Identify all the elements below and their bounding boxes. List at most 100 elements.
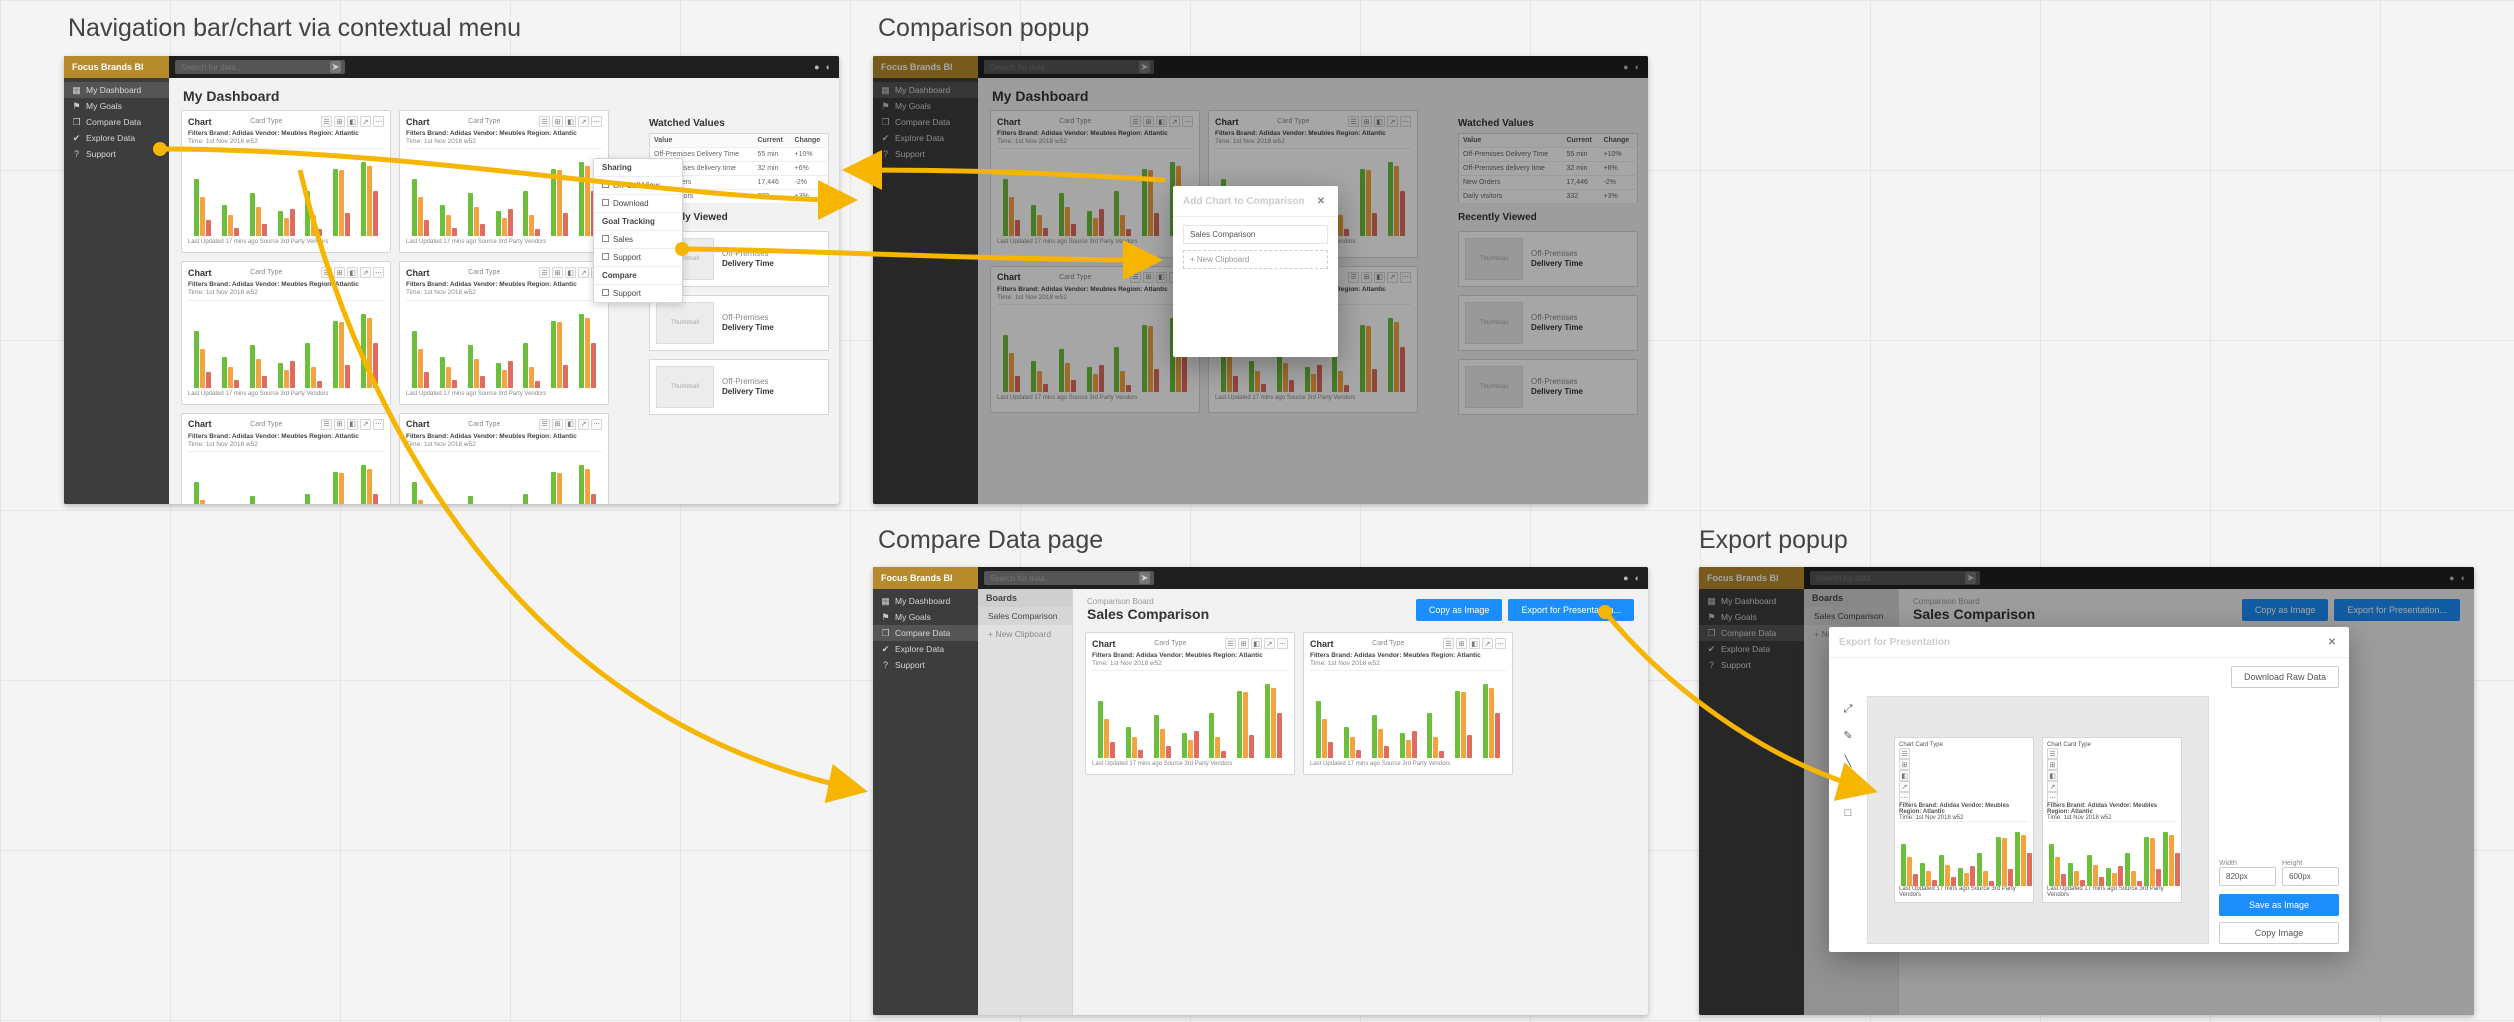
- user-avatar[interactable]: ◐: [1635, 573, 1640, 583]
- sidebar-item-compare[interactable]: ❐Compare Data: [64, 114, 169, 130]
- card-tool-icon[interactable]: ◧: [565, 419, 576, 430]
- card-tool-icon[interactable]: ↗: [1899, 781, 1910, 792]
- recent-card[interactable]: Thumbnail Off-PremisesDelivery Time: [649, 359, 829, 415]
- user-avatar[interactable]: ◐: [826, 62, 831, 72]
- card-tool-icon[interactable]: ☰: [539, 267, 550, 278]
- chart-card[interactable]: Chart Card Type ☰⊞◧↗⋯ Filters Brand: Adi…: [399, 413, 609, 505]
- chart-card[interactable]: Chart Card Type ☰⊞◧↗⋯ Filters Brand: Adi…: [1085, 632, 1295, 775]
- card-tool-icon[interactable]: ◧: [1899, 770, 1910, 781]
- card-tool-icon[interactable]: ⊞: [1899, 759, 1910, 770]
- ctx-item[interactable]: Download: [594, 195, 682, 213]
- width-input[interactable]: 820px: [2219, 867, 2276, 886]
- modal-item[interactable]: Sales Comparison: [1183, 225, 1328, 244]
- sidebar-item-dashboard[interactable]: ▦My Dashboard: [64, 82, 169, 98]
- card-tool-icon[interactable]: ↗: [578, 267, 589, 278]
- sidebar-item-explore[interactable]: ✔Explore Data: [64, 130, 169, 146]
- chart-card[interactable]: Chart Card Type ☰⊞◧↗⋯ Filters Brand: Adi…: [399, 261, 609, 404]
- card-tool-icon[interactable]: ↗: [360, 116, 371, 127]
- save-image-button[interactable]: Save as Image: [2219, 894, 2339, 916]
- card-tool-icon[interactable]: ☰: [1225, 638, 1236, 649]
- height-input[interactable]: 600px: [2282, 867, 2339, 886]
- chart-card[interactable]: Chart Card Type ☰⊞◧↗⋯ Filters Brand: Adi…: [399, 110, 609, 253]
- line-tool-icon[interactable]: ╲: [1839, 752, 1857, 770]
- board-new[interactable]: + New Clipboard: [978, 625, 1072, 643]
- checkbox-icon[interactable]: [602, 253, 609, 260]
- checkbox-icon[interactable]: [602, 235, 609, 242]
- download-raw-button[interactable]: Download Raw Data: [2231, 666, 2339, 688]
- sidebar-item-dashboard[interactable]: ▦My Dashboard: [873, 593, 978, 609]
- card-tool-icon[interactable]: ⊞: [552, 267, 563, 278]
- pencil-tool-icon[interactable]: ✎: [1839, 726, 1857, 744]
- card-tool-icon[interactable]: ⋯: [373, 419, 384, 430]
- card-tool-icon[interactable]: ⋯: [2047, 792, 2058, 803]
- ctx-item[interactable]: Support: [594, 285, 682, 302]
- card-tool-icon[interactable]: ⋯: [1495, 638, 1506, 649]
- search-input[interactable]: [179, 62, 330, 73]
- card-tool-icon[interactable]: ☰: [539, 419, 550, 430]
- sidebar-item-compare[interactable]: ❐Compare Data: [873, 625, 978, 641]
- modal-new-item[interactable]: + New Clipboard: [1183, 250, 1328, 269]
- copy-as-image-button[interactable]: Copy as Image: [1416, 599, 1503, 621]
- export-canvas[interactable]: Chart Card Type ☰⊞◧↗⋯ Filters Brand: Adi…: [1867, 696, 2209, 944]
- card-tool-icon[interactable]: ↗: [1264, 638, 1275, 649]
- card-tool-icon[interactable]: ⋯: [373, 116, 384, 127]
- card-tool-icon[interactable]: ☰: [321, 116, 332, 127]
- card-tool-icon[interactable]: ⋯: [1277, 638, 1288, 649]
- rect-tool-icon[interactable]: □: [1839, 804, 1857, 822]
- card-tool-icon[interactable]: ◧: [347, 419, 358, 430]
- card-tool-icon[interactable]: ☰: [539, 116, 550, 127]
- checkbox-icon[interactable]: [602, 181, 609, 188]
- sidebar-item-goals[interactable]: ⚑My Goals: [64, 98, 169, 114]
- card-tool-icon[interactable]: ⊞: [1238, 638, 1249, 649]
- card-tool-icon[interactable]: ⊞: [334, 116, 345, 127]
- card-tool-icon[interactable]: ◧: [565, 116, 576, 127]
- chart-card[interactable]: Chart Card Type ☰⊞◧↗⋯ Filters Brand: Adi…: [181, 261, 391, 404]
- sidebar-item-support[interactable]: ?Support: [64, 146, 169, 162]
- card-tool-icon[interactable]: ⊞: [552, 116, 563, 127]
- card-tool-icon[interactable]: ↗: [578, 419, 589, 430]
- search-box[interactable]: ➤: [984, 571, 1154, 585]
- card-tool-icon[interactable]: ◧: [1251, 638, 1262, 649]
- card-tool-icon[interactable]: ⊞: [334, 419, 345, 430]
- search-go-icon[interactable]: ➤: [330, 61, 341, 73]
- card-tool-icon[interactable]: ◧: [2047, 770, 2058, 781]
- bell-icon[interactable]: ●: [1623, 573, 1628, 583]
- card-tool-icon[interactable]: ☰: [1899, 748, 1910, 759]
- card-tool-icon[interactable]: ↗: [360, 419, 371, 430]
- bell-icon[interactable]: ●: [814, 62, 819, 72]
- move-tool-icon[interactable]: ⤢: [1839, 700, 1857, 718]
- card-tool-icon[interactable]: ◧: [1469, 638, 1480, 649]
- card-tool-icon[interactable]: ⋯: [1899, 792, 1910, 803]
- ctx-item[interactable]: Support: [594, 249, 682, 267]
- card-tool-icon[interactable]: ⊞: [1456, 638, 1467, 649]
- card-tool-icon[interactable]: ⋯: [591, 419, 602, 430]
- card-tool-icon[interactable]: ⊞: [552, 419, 563, 430]
- card-tool-icon[interactable]: ◧: [347, 267, 358, 278]
- card-tool-icon[interactable]: ↗: [2047, 781, 2058, 792]
- sidebar-item-goals[interactable]: ⚑My Goals: [873, 609, 978, 625]
- card-tool-icon[interactable]: ☰: [1443, 638, 1454, 649]
- card-tool-icon[interactable]: ◧: [347, 116, 358, 127]
- chart-card[interactable]: Chart Card Type ☰⊞◧↗⋯ Filters Brand: Adi…: [181, 413, 391, 505]
- chart-card[interactable]: Chart Card Type ☰⊞◧↗⋯ Filters Brand: Adi…: [2042, 737, 2182, 903]
- sidebar-item-support[interactable]: ?Support: [873, 657, 978, 673]
- card-tool-icon[interactable]: ⊞: [2047, 759, 2058, 770]
- checkbox-icon[interactable]: [602, 289, 609, 296]
- search-go-icon[interactable]: ➤: [1139, 572, 1150, 584]
- ctx-item[interactable]: Sales: [594, 231, 682, 249]
- circle-tool-icon[interactable]: ○: [1839, 778, 1857, 796]
- card-tool-icon[interactable]: ☰: [2047, 748, 2058, 759]
- sidebar-item-explore[interactable]: ✔Explore Data: [873, 641, 978, 657]
- card-tool-icon[interactable]: ◧: [565, 267, 576, 278]
- card-tool-icon[interactable]: ☰: [321, 419, 332, 430]
- export-button[interactable]: Export for Presentation...: [1508, 599, 1634, 621]
- card-tool-icon[interactable]: ↗: [360, 267, 371, 278]
- card-tool-icon[interactable]: ☰: [321, 267, 332, 278]
- card-tool-icon[interactable]: ↗: [1482, 638, 1493, 649]
- copy-image-button[interactable]: Copy Image: [2219, 922, 2339, 944]
- board-item[interactable]: Sales Comparison: [978, 607, 1072, 625]
- card-tool-icon[interactable]: ↗: [578, 116, 589, 127]
- chart-card[interactable]: Chart Card Type ☰⊞◧↗⋯ Filters Brand: Adi…: [181, 110, 391, 253]
- close-icon[interactable]: ✕: [1314, 194, 1328, 208]
- card-tool-icon[interactable]: ⊞: [334, 267, 345, 278]
